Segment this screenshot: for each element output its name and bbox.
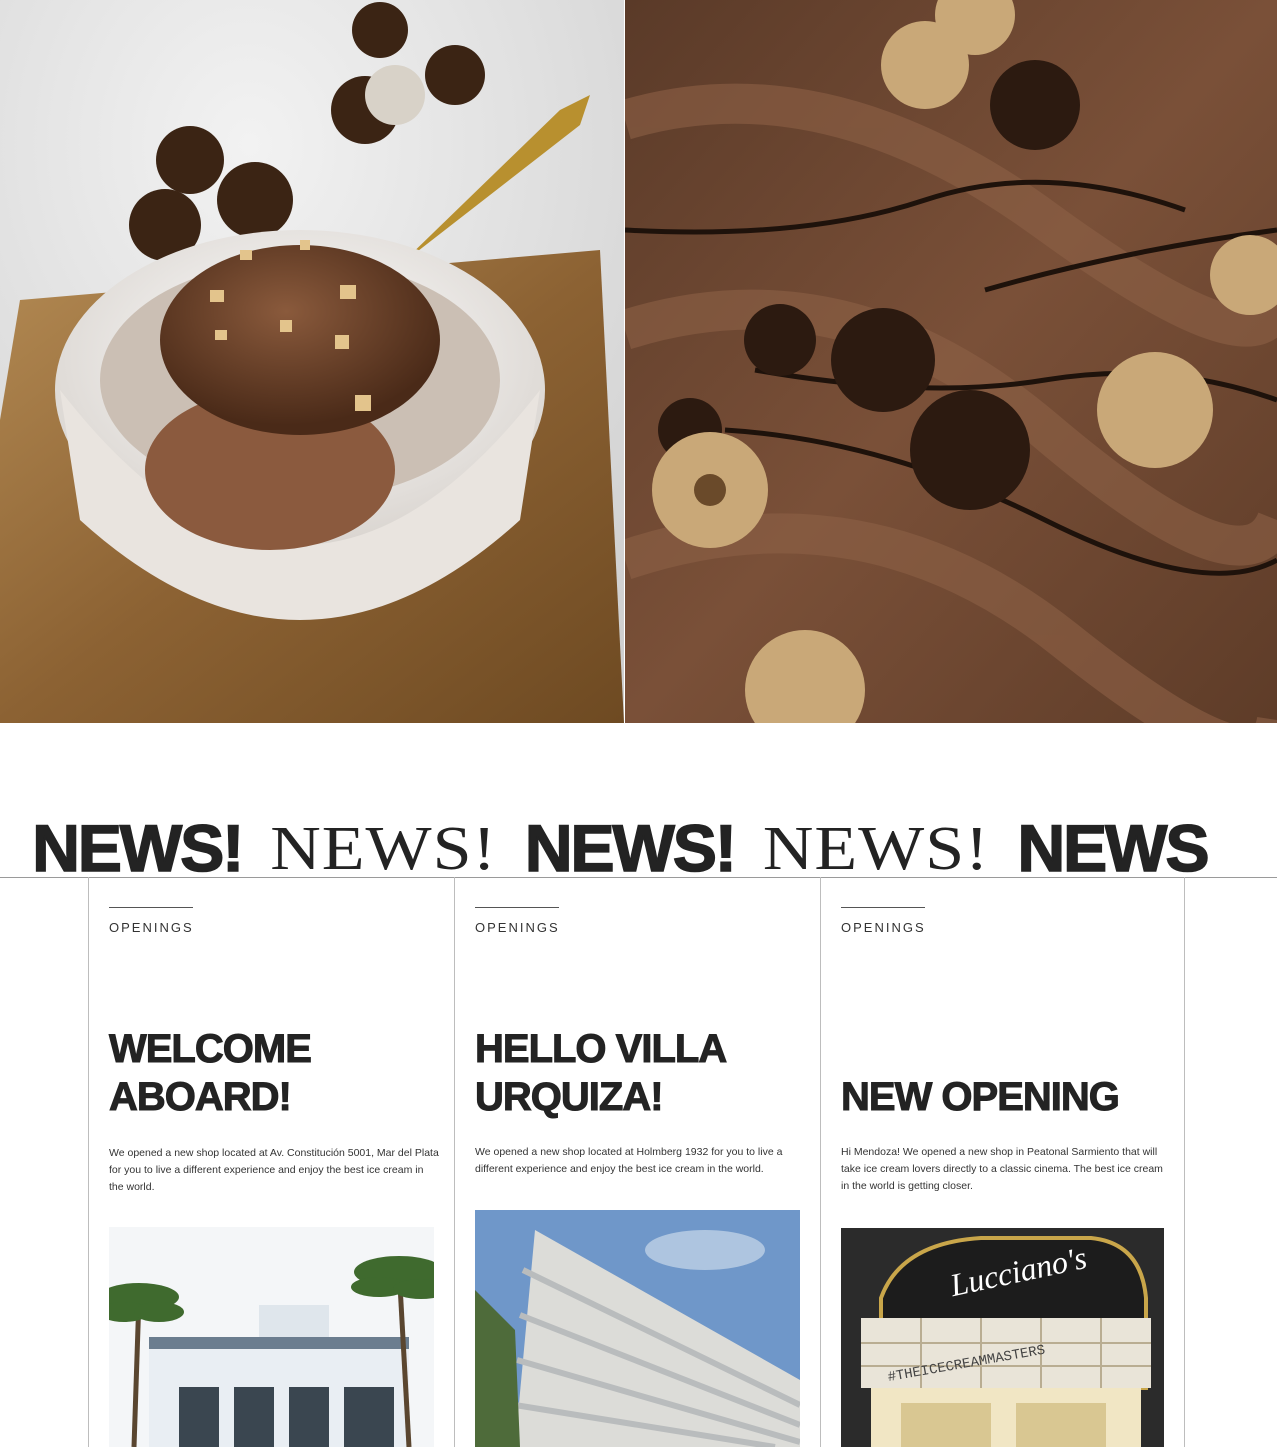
news-ticker-track: S! NEWS! NEWS! NEWS! NEWS! NEWS [0, 811, 1211, 880]
hero-image-ice-cream-bowl [0, 0, 624, 723]
modern-apartment-building-photo [475, 1210, 800, 1447]
card-image-storefront[interactable] [109, 1227, 434, 1447]
gelato-closeup-photo [625, 0, 1277, 723]
card-title[interactable]: WELCOME ABOARD! [109, 1025, 439, 1121]
card-image-cinema[interactable]: Lucciano's #THEICECREAMMASTERS [841, 1228, 1164, 1447]
card-category: OPENINGS [841, 920, 926, 935]
hero-image-gelato-closeup [625, 0, 1277, 723]
category-rule [841, 907, 925, 908]
storefront-with-palm-trees-photo [109, 1227, 434, 1447]
news-card[interactable]: OPENINGS WELCOME ABOARD! We opened a new… [88, 877, 453, 1447]
news-card[interactable]: OPENINGS HELLO VILLA URQUIZA! We opened … [454, 877, 819, 1447]
card-description: We opened a new shop located at Holmberg… [475, 1146, 783, 1175]
hero-gallery [0, 0, 1277, 723]
news-card-list: OPENINGS WELCOME ABOARD! We opened a new… [88, 877, 1185, 1447]
news-ticker: S! NEWS! NEWS! NEWS! NEWS! NEWS [0, 800, 1277, 880]
ticker-word-partial-end: NEWS [1017, 811, 1211, 880]
card-description: We opened a new shop located at Av. Cons… [109, 1147, 439, 1193]
card-description: Hi Mendoza! We opened a new shop in Peat… [841, 1146, 1163, 1192]
ticker-word-serif: NEWS! [762, 813, 990, 880]
card-title[interactable]: NEW OPENING [841, 1073, 1171, 1121]
category-rule [109, 907, 193, 908]
card-category: OPENINGS [109, 920, 194, 935]
ice-cream-bowl-photo [0, 0, 624, 723]
ticker-word-bold: NEWS! [524, 811, 738, 880]
cinema-style-storefront-photo: Lucciano's #THEICECREAMMASTERS [841, 1228, 1164, 1447]
card-category: OPENINGS [475, 920, 560, 935]
card-image-building[interactable] [475, 1210, 800, 1447]
ticker-word-bold: NEWS! [31, 811, 245, 880]
news-card[interactable]: OPENINGS NEW OPENING Hi Mendoza! We open… [820, 877, 1185, 1447]
category-rule [475, 907, 559, 908]
ticker-word-partial-start: S! [0, 817, 4, 880]
card-title[interactable]: HELLO VILLA URQUIZA! [475, 1025, 805, 1121]
ticker-word-serif: NEWS! [270, 813, 497, 880]
